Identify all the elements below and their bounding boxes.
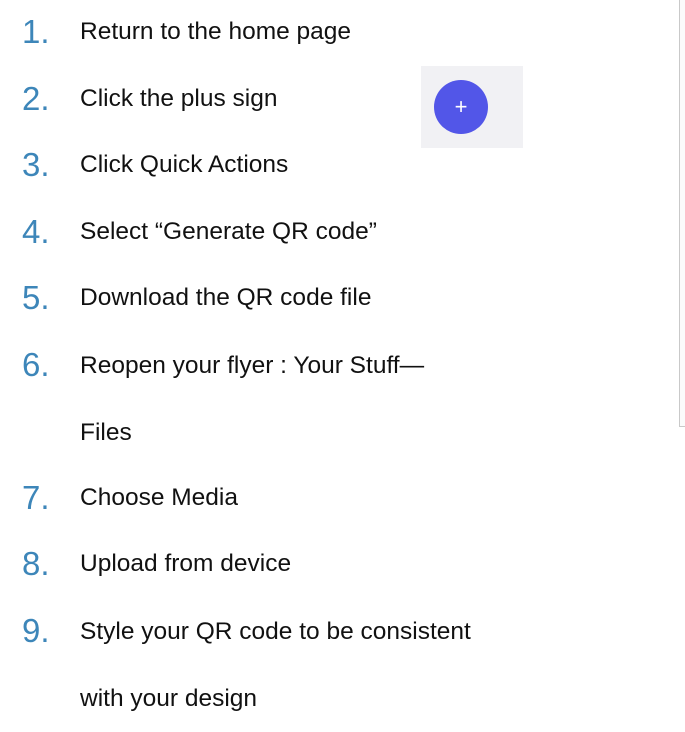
step-3: 3. Click Quick Actions — [22, 143, 685, 187]
instruction-steps: 1. Return to the home page 2. Click the … — [0, 0, 685, 718]
step-text-line: Style your QR code to be consistent — [80, 618, 471, 645]
step-number: 5. — [22, 279, 50, 316]
step-text: Return to the home page — [80, 18, 352, 45]
side-panel-edge — [679, 0, 685, 427]
step-text-line: Files — [80, 419, 132, 446]
step-number: 7. — [22, 479, 50, 516]
step-text: Click Quick Actions — [80, 151, 289, 178]
step-number: 6. — [22, 346, 50, 383]
step-text: Select “Generate QR code” — [80, 218, 377, 245]
step-number: 8. — [22, 545, 50, 582]
step-number: 9. — [22, 612, 50, 649]
step-1: 1. Return to the home page — [22, 10, 685, 54]
step-text-line: with your design — [80, 685, 258, 712]
step-text: Upload from device — [80, 550, 292, 577]
step-number: 1. — [22, 13, 50, 50]
plus-icon: + — [454, 94, 468, 119]
step-4: 4. Select “Generate QR code” — [22, 210, 685, 254]
step-5: 5. Download the QR code file — [22, 276, 685, 320]
step-text: Choose Media — [80, 484, 238, 511]
step-text: Download the QR code file — [80, 284, 372, 311]
step-7: 7. Choose Media — [22, 476, 685, 520]
step-number: 3. — [22, 146, 50, 183]
step-8: 8. Upload from device — [22, 542, 685, 586]
step-6: 6. Reopen your flyer : Your Stuff— Files — [22, 343, 685, 453]
step-9: 9. Style your QR code to be consistent w… — [22, 609, 685, 719]
step-text-line: Reopen your flyer : Your Stuff— — [80, 352, 425, 379]
step-text: Style your QR code to be consistent with… — [80, 598, 471, 732]
plus-button: + — [434, 80, 488, 134]
step-2: 2. Click the plus sign — [22, 77, 685, 121]
step-number: 2. — [22, 80, 50, 117]
step-number: 4. — [22, 213, 50, 250]
step-text: Click the plus sign — [80, 85, 278, 112]
step-text: Reopen your flyer : Your Stuff— Files — [80, 332, 424, 466]
